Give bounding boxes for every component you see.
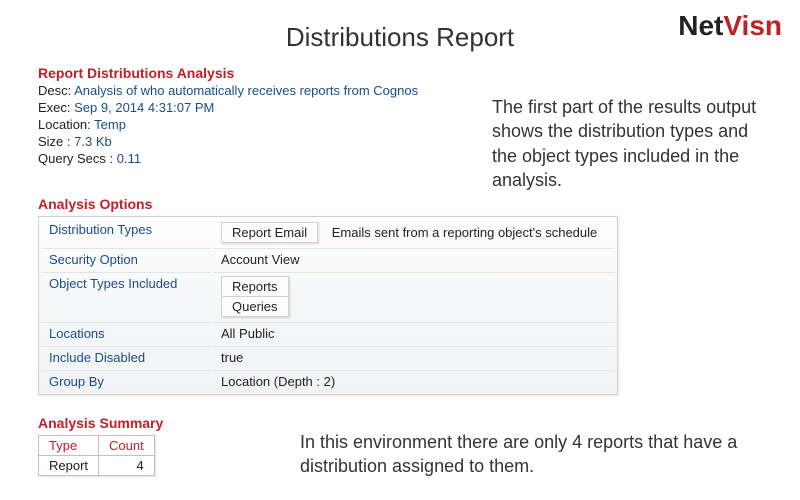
locations-value: All Public <box>213 322 615 344</box>
size-value: 7.3 Kb <box>74 134 112 149</box>
option-row-locations: Locations All Public <box>41 322 615 344</box>
options-heading: Analysis Options <box>38 196 638 212</box>
summary-row: Report 4 <box>39 456 155 476</box>
security-option-value: Account View <box>213 248 615 270</box>
object-type-pill-queries: Queries <box>221 296 289 317</box>
commentary-text-2: In this environment there are only 4 rep… <box>300 430 770 479</box>
option-row-include-disabled: Include Disabled true <box>41 346 615 368</box>
include-disabled-label: Include Disabled <box>41 346 211 368</box>
options-table: Distribution Types Report Email Emails s… <box>38 216 618 395</box>
option-row-security: Security Option Account View <box>41 248 615 270</box>
object-types-label: Object Types Included <box>41 272 211 320</box>
logo-text-net: Net <box>678 10 723 41</box>
dist-types-pill: Report Email <box>221 222 318 243</box>
option-row-distribution-types: Distribution Types Report Email Emails s… <box>41 219 615 246</box>
meta-heading: Report Distributions Analysis <box>38 65 418 81</box>
summary-row-count: 4 <box>99 456 155 476</box>
analysis-summary-block: Analysis Summary Type Count Report 4 <box>38 415 163 476</box>
location-value: Temp <box>94 117 126 132</box>
size-label: Size : <box>38 134 71 149</box>
option-row-group-by: Group By Location (Depth : 2) <box>41 370 615 392</box>
summary-count-header: Count <box>99 436 155 456</box>
group-by-value: Location (Depth : 2) <box>213 370 615 392</box>
report-meta-block: Report Distributions Analysis Desc: Anal… <box>38 65 418 168</box>
analysis-options-block: Analysis Options Distribution Types Repo… <box>38 196 638 395</box>
query-secs-value: 0.11 <box>117 151 141 166</box>
query-secs-label: Query Secs : <box>38 151 113 166</box>
dist-types-label: Distribution Types <box>41 219 211 246</box>
exec-label: Exec: <box>38 100 71 115</box>
desc-value: Analysis of who automatically receives r… <box>74 83 418 98</box>
logo: NetVisn <box>678 10 782 42</box>
security-option-label: Security Option <box>41 248 211 270</box>
exec-value: Sep 9, 2014 4:31:07 PM <box>74 100 214 115</box>
locations-label: Locations <box>41 322 211 344</box>
option-row-object-types: Object Types Included Reports Queries <box>41 272 615 320</box>
logo-text-visn: Visn <box>723 10 782 41</box>
summary-table: Type Count Report 4 <box>38 435 155 476</box>
commentary-text-1: The first part of the results output sho… <box>492 95 772 192</box>
summary-heading: Analysis Summary <box>38 415 163 431</box>
group-by-label: Group By <box>41 370 211 392</box>
summary-type-header: Type <box>39 436 99 456</box>
location-label: Location: <box>38 117 91 132</box>
include-disabled-value: true <box>213 346 615 368</box>
desc-label: Desc: <box>38 83 71 98</box>
object-type-pill-reports: Reports <box>221 276 289 296</box>
summary-row-type: Report <box>39 456 99 476</box>
dist-types-desc: Emails sent from a reporting object's sc… <box>332 225 598 240</box>
